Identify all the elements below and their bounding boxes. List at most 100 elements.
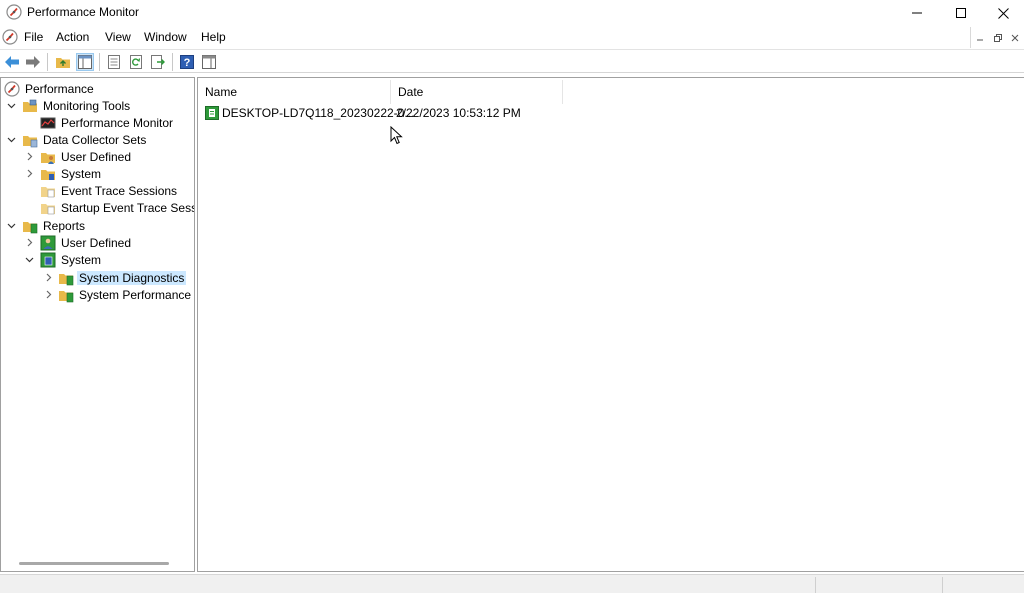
result-list[interactable]: Name Date DESKTOP-LD7Q118_20230222-0... … (197, 77, 1024, 572)
chevron-down-icon (7, 103, 15, 109)
tree-label: Reports (43, 218, 86, 233)
horizontal-scrollbar[interactable] (19, 562, 169, 565)
tree-label: System Diagnostics (77, 270, 187, 285)
show-hide-action-pane-icon (202, 55, 216, 69)
list-cell-date: 2/22/2023 10:53:12 PM (396, 104, 521, 122)
help-button[interactable]: ? (178, 53, 196, 71)
show-hide-console-tree-button[interactable] (76, 53, 94, 71)
list-item[interactable]: DESKTOP-LD7Q118_20230222-0... 2/22/2023 … (204, 104, 564, 122)
close-button[interactable] (980, 0, 1024, 26)
report-name: DESKTOP-LD7Q118_20230222-0... (222, 106, 415, 120)
menu-bar: File Action View Window Help (0, 27, 1024, 48)
tree-label: User Defined (61, 235, 132, 250)
tree-item-reports-user-defined[interactable]: User Defined (40, 234, 133, 251)
status-divider (815, 577, 816, 593)
system-menu-icon[interactable] (2, 29, 18, 45)
status-divider (942, 577, 943, 593)
tree-label: Startup Event Trace Sessior (61, 200, 194, 215)
system-report-icon (40, 252, 56, 267)
menu-file[interactable]: File (22, 30, 45, 44)
report-folder-icon (59, 290, 74, 302)
show-hide-action-pane-button[interactable] (200, 53, 218, 71)
chevron-right-icon (46, 273, 51, 282)
collapse-toggle[interactable] (6, 97, 16, 114)
console-tree[interactable]: Performance Monitoring Tools Performance… (0, 77, 195, 572)
tree-item-system-diagnostics[interactable]: System Diagnostics (58, 269, 187, 286)
mdi-controls (970, 27, 1024, 48)
column-header-name[interactable]: Name (198, 80, 391, 104)
back-button[interactable] (3, 53, 21, 71)
reports-folder-icon (23, 221, 38, 233)
tree-item-performance-monitor[interactable]: Performance Monitor (40, 114, 175, 131)
refresh-button[interactable] (127, 53, 145, 71)
perfmon-icon (4, 80, 20, 97)
refresh-icon (130, 55, 142, 69)
chevron-down-icon (7, 137, 15, 143)
tree-label: Performance (25, 81, 94, 96)
properties-button[interactable] (105, 53, 123, 71)
toolbar: ? (0, 49, 1024, 73)
help-icon: ? (180, 55, 194, 69)
expand-toggle[interactable] (43, 269, 53, 286)
expand-toggle[interactable] (24, 234, 34, 251)
menu-window[interactable]: Window (142, 30, 189, 44)
tree-label: Data Collector Sets (43, 132, 147, 147)
tree-item-reports[interactable]: Reports (22, 217, 87, 234)
tree-item-performance[interactable]: Performance (4, 80, 96, 97)
chevron-down-icon (7, 223, 15, 229)
tree-item-event-trace-sessions[interactable]: Event Trace Sessions (40, 182, 179, 199)
report-icon (205, 106, 219, 120)
menu-action[interactable]: Action (54, 30, 91, 44)
collapse-toggle[interactable] (6, 131, 16, 148)
maximize-button[interactable] (938, 0, 984, 26)
collapse-toggle[interactable] (24, 251, 34, 268)
mdi-restore-button[interactable] (989, 27, 1007, 48)
expand-toggle[interactable] (24, 148, 34, 165)
tree-item-data-collector-sets[interactable]: Data Collector Sets (22, 131, 148, 148)
tree-item-monitoring-tools[interactable]: Monitoring Tools (22, 97, 132, 114)
close-icon (997, 7, 1009, 19)
tree-label: System (61, 252, 102, 267)
toolbar-separator (47, 53, 48, 71)
tree-item-dcs-user-defined[interactable]: User Defined (40, 148, 133, 165)
expand-toggle[interactable] (24, 165, 34, 182)
svg-text:?: ? (184, 57, 191, 69)
user-report-icon (40, 235, 56, 250)
title-bar: Performance Monitor (0, 0, 1024, 26)
minimize-icon (912, 12, 922, 14)
menu-view[interactable]: View (103, 30, 133, 44)
export-list-button[interactable] (149, 53, 167, 71)
monitor-chart-icon (40, 117, 56, 128)
data-collector-folder-icon (23, 135, 38, 147)
show-hide-console-tree-icon (78, 55, 92, 69)
forward-button[interactable] (24, 53, 42, 71)
tree-item-reports-system[interactable]: System (40, 251, 103, 268)
chevron-right-icon (27, 152, 32, 161)
mdi-close-button[interactable] (1006, 27, 1024, 48)
toolbar-separator (99, 53, 100, 71)
up-one-level-button[interactable] (54, 53, 72, 71)
tree-label: User Defined (61, 149, 132, 164)
system-folder-icon (41, 169, 55, 180)
minimize-button[interactable] (894, 0, 940, 26)
chevron-right-icon (27, 169, 32, 178)
list-cell-name: DESKTOP-LD7Q118_20230222-0... (204, 104, 414, 122)
close-icon (1011, 34, 1019, 41)
restore-icon (993, 33, 1002, 42)
tree-item-dcs-system[interactable]: System (40, 165, 103, 182)
tree-item-system-performance[interactable]: System Performance (58, 286, 193, 303)
expand-toggle[interactable] (43, 286, 53, 303)
minimize-icon (976, 39, 983, 40)
menu-help[interactable]: Help (199, 30, 228, 44)
column-header-date[interactable]: Date (391, 80, 563, 104)
back-arrow-icon (5, 56, 19, 68)
tree-label: Monitoring Tools (43, 98, 131, 113)
collapse-toggle[interactable] (6, 217, 16, 234)
trace-folder-icon (41, 186, 55, 197)
mdi-minimize-button[interactable] (971, 27, 989, 48)
column-header-label: Name (205, 85, 238, 99)
tree-item-startup-event-trace-sessions[interactable]: Startup Event Trace Sessior (40, 199, 194, 216)
tree-label: Performance Monitor (61, 115, 174, 130)
up-folder-icon (56, 58, 70, 68)
user-folder-icon (41, 152, 55, 164)
